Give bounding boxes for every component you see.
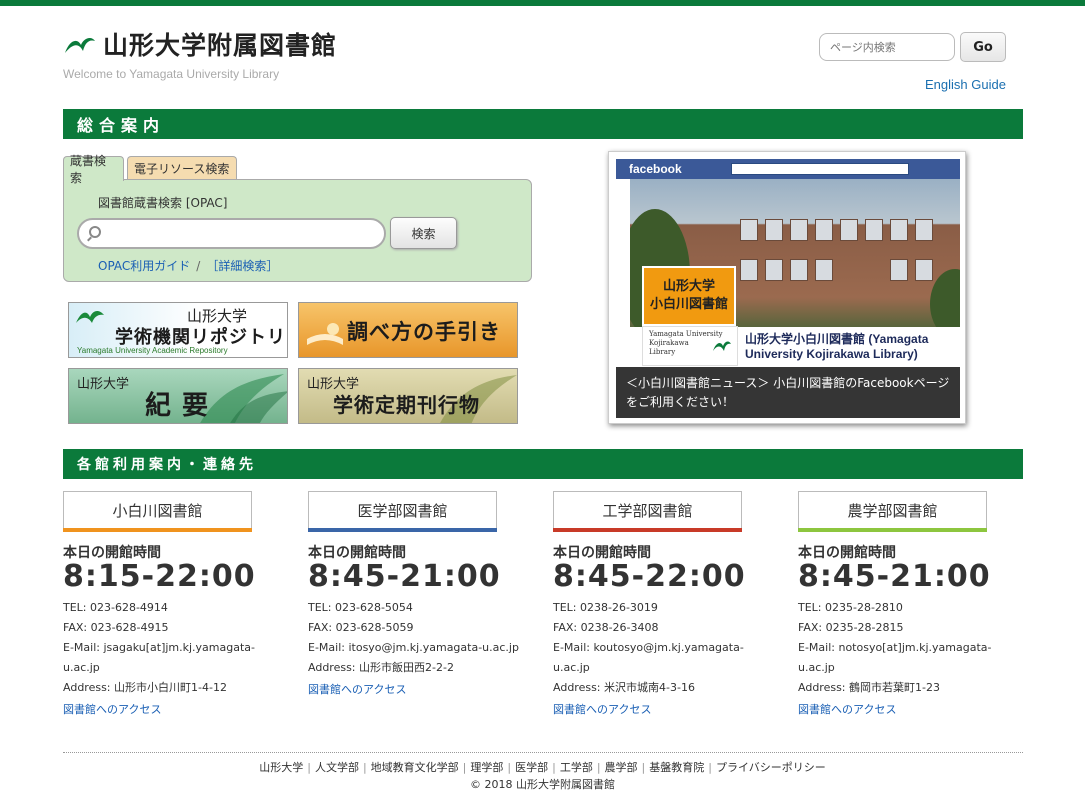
repository-logo-icon	[76, 311, 104, 323]
english-guide-link[interactable]: English Guide	[925, 77, 1006, 92]
advanced-search-link[interactable]: ［詳細検索］	[206, 259, 278, 273]
branch-access-link[interactable]: 図書館へのアクセス	[63, 703, 161, 716]
branch-email: E-Mail: koutosyo@jm.kj.yamagata-u.ac.jp	[553, 641, 744, 674]
branch-fax: FAX: 023-628-5059	[308, 621, 414, 634]
footer-link-university[interactable]: 山形大学	[259, 761, 303, 774]
footer-link-medicine[interactable]: 医学部	[515, 761, 548, 774]
link-separator: /	[196, 259, 201, 273]
opac-search-panel: 図書館蔵書検索 [OPAC] 検索 OPAC利用ガイド / ［詳細検索］	[63, 179, 532, 282]
section-header-branches: 各館利用案内・連絡先	[63, 449, 1023, 479]
branch-access-link[interactable]: 図書館へのアクセス	[553, 703, 651, 716]
site-tagline: Welcome to Yamagata University Library	[63, 67, 280, 81]
research-guide-banner[interactable]: 調べ方の手引き	[298, 302, 518, 358]
periodicals-banner-title: 学術定期刊行物	[333, 393, 480, 417]
opac-guide-link[interactable]: OPAC利用ガイド	[98, 259, 190, 273]
branch-fax: FAX: 0235-28-2815	[798, 621, 904, 634]
facebook-search-box	[731, 163, 909, 175]
library-name-card: Yamagata University Kojirakawa Library	[642, 326, 738, 366]
branch-address: Address: 鶴岡市若葉町1-23	[798, 681, 940, 694]
research-guide-title: 調べ方の手引き	[347, 319, 501, 344]
bulletin-banner-small: 山形大学	[77, 377, 130, 392]
branch-kojirakawa: 小白川図書館 本日の開館時間 8:15-22:00 TEL: 023-628-4…	[63, 491, 288, 720]
opening-hours: 8:45-21:00	[308, 559, 501, 594]
branch-tel: TEL: 0235-28-2810	[798, 601, 903, 614]
branch-tab[interactable]: 工学部図書館	[553, 491, 742, 532]
branch-tab[interactable]: 医学部図書館	[308, 491, 497, 532]
branch-address: Address: 山形市小白川町1-4-12	[63, 681, 227, 694]
branch-email: E-Mail: jsagaku[at]jm.kj.yamagata-u.ac.j…	[63, 641, 256, 674]
branch-tel: TEL: 0238-26-3019	[553, 601, 658, 614]
library-leaf-icon	[65, 38, 95, 53]
branch-medicine: 医学部図書館 本日の開館時間 8:45-21:00 TEL: 023-628-5…	[308, 491, 533, 700]
branch-tel: TEL: 023-628-4914	[63, 601, 168, 614]
branch-address: Address: 山形市飯田西2-2-2	[308, 661, 454, 674]
repository-banner-english: Yamagata University Academic Repository	[77, 346, 228, 355]
branch-address: Address: 米沢市城南4-3-16	[553, 681, 695, 694]
branch-fax: FAX: 0238-26-3408	[553, 621, 659, 634]
facebook-panel[interactable]: facebook 山形大学 小白川図書館 Yamagata University…	[608, 151, 966, 424]
branch-access-link[interactable]: 図書館へのアクセス	[308, 683, 406, 696]
branch-tab[interactable]: 農学部図書館	[798, 491, 987, 532]
kojirakawa-logo: 山形大学 小白川図書館	[642, 266, 736, 326]
footer-link-humanities[interactable]: 人文学部	[315, 761, 359, 774]
facebook-header: facebook	[616, 159, 960, 179]
search-icon	[89, 226, 101, 238]
branch-email: E-Mail: notosyo[at]jm.kj.yamagata-u.ac.j…	[798, 641, 992, 674]
branch-access-link[interactable]: 図書館へのアクセス	[798, 703, 896, 716]
opac-links: OPAC利用ガイド / ［詳細検索］	[98, 257, 278, 274]
opac-search-button[interactable]: 検索	[390, 217, 457, 249]
branch-fax: FAX: 023-628-4915	[63, 621, 169, 634]
branch-tab[interactable]: 小白川図書館	[63, 491, 252, 532]
opac-label: 図書館蔵書検索 [OPAC]	[98, 196, 228, 210]
section-header-general: 総合案内	[63, 109, 1023, 139]
facebook-page-name[interactable]: 山形大学小白川図書館 (Yamagata University Kojiraka…	[745, 332, 960, 362]
tab-eresource-search[interactable]: 電子リソース検索	[127, 156, 237, 180]
site-logo[interactable]: 山形大学附属図書館	[63, 26, 337, 62]
opac-search-input[interactable]	[77, 218, 386, 249]
footer-link-agriculture[interactable]: 農学部	[605, 761, 638, 774]
repository-banner[interactable]: 山形大学 学術機関リポジトリ Yamagata University Acade…	[68, 302, 288, 358]
opening-hours: 8:15-22:00	[63, 559, 256, 594]
periodicals-banner[interactable]: 山形大学 学術定期刊行物	[298, 368, 518, 424]
footer-link-basic-education[interactable]: 基盤教育院	[649, 761, 704, 774]
branch-tel: TEL: 023-628-5054	[308, 601, 413, 614]
footer-link-education[interactable]: 地域教育文化学部	[371, 761, 459, 774]
opening-hours: 8:45-22:00	[553, 559, 746, 594]
branch-engineering: 工学部図書館 本日の開館時間 8:45-22:00 TEL: 0238-26-3…	[553, 491, 778, 720]
footer-divider	[63, 752, 1023, 753]
library-leaf-icon	[713, 341, 731, 351]
facebook-caption[interactable]: ＜小白川図書館ニュース＞ 小白川図書館のFacebookページをご利用ください！	[616, 367, 960, 418]
branch-email: E-Mail: itosyo@jm.kj.yamagata-u.ac.jp	[308, 641, 519, 654]
branch-agriculture: 農学部図書館 本日の開館時間 8:45-21:00 TEL: 0235-28-2…	[798, 491, 1023, 720]
footer-links: 山形大学 | 人文学部 | 地域教育文化学部 | 理学部 | 医学部 | 工学部 | 農学部 | 基盤教育院…	[259, 761, 826, 774]
site-name: 山形大学附属図書館	[103, 31, 338, 60]
bulletin-banner[interactable]: 山形大学 紀 要	[68, 368, 288, 424]
top-bar	[0, 0, 1085, 6]
footer-link-science[interactable]: 理学部	[470, 761, 503, 774]
tab-catalog-search[interactable]: 蔵書検索	[63, 154, 124, 185]
bulletin-banner-title: 紀 要	[145, 391, 210, 421]
copyright: © 2018 山形大学附属図書館	[470, 778, 615, 790]
page-search-input[interactable]	[819, 33, 955, 61]
facebook-logo: facebook	[629, 162, 682, 176]
open-book-icon	[307, 323, 343, 345]
opening-hours: 8:45-21:00	[798, 559, 991, 594]
footer-link-engineering[interactable]: 工学部	[560, 761, 593, 774]
go-button[interactable]: Go	[960, 32, 1006, 62]
footer-link-privacy[interactable]: プライバシーポリシー	[716, 761, 826, 774]
